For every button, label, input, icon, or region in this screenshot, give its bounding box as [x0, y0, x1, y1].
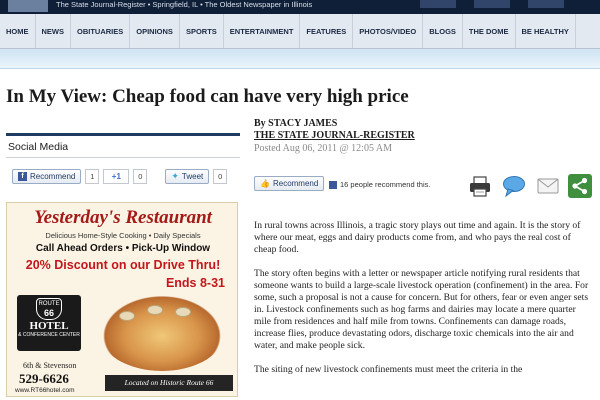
- article-paragraph: In rural towns across Illinois, a tragic…: [254, 220, 581, 255]
- tweet-count: 0: [213, 169, 228, 184]
- header-band: [0, 49, 600, 69]
- top-bar: The State Journal-Register • Springfield…: [0, 0, 600, 14]
- nav-item-the-dome[interactable]: THE DOME: [463, 14, 516, 48]
- sidebar: Social Media f Recommend 1 +1 0 ✦ Tweet …: [6, 133, 240, 186]
- masthead-logo[interactable]: [8, 0, 48, 12]
- social-media-title: Social Media: [6, 136, 240, 158]
- hotel-name: HOTEL: [29, 320, 69, 332]
- food-plate-image: [99, 293, 225, 371]
- article-tools: 👍 Recommend 16 people recommend this.: [254, 174, 594, 204]
- sauce-cup: [175, 307, 191, 317]
- recommend-count-label: 16 people recommend this.: [340, 180, 431, 189]
- nav-item-photos-video[interactable]: PHOTOS/VIDEO: [353, 14, 424, 48]
- utility-link[interactable]: [528, 0, 564, 8]
- article-paragraph: The story often begins with a letter or …: [254, 268, 589, 351]
- masthead-tagline: The State Journal-Register • Springfield…: [56, 0, 313, 9]
- nav-item-home[interactable]: HOME: [0, 14, 36, 48]
- sauce-cup: [119, 311, 135, 321]
- facebook-recommend-label: Recommend: [30, 172, 76, 181]
- utility-link[interactable]: [474, 0, 510, 8]
- article-body: In rural towns across Illinois, a tragic…: [254, 220, 594, 388]
- nav-item-blogs[interactable]: BLOGS: [423, 14, 463, 48]
- facebook-icon: f: [18, 172, 27, 181]
- article-byline: By STACY JAMES: [254, 118, 338, 129]
- article-recommend-label: Recommend: [272, 179, 319, 188]
- article-column: By STACY JAMES THE STATE JOURNAL-REGISTE…: [254, 118, 594, 375]
- article-publication-link[interactable]: THE STATE JOURNAL-REGISTER: [254, 130, 594, 142]
- ad-discount: 20% Discount on our Drive Thru!: [25, 258, 221, 272]
- nav-item-entertainment[interactable]: ENTERTAINMENT: [224, 14, 301, 48]
- ad-call-ahead: Call Ahead Orders • Pick-Up Window: [35, 243, 211, 254]
- ad-title: Yesterday's Restaurant: [34, 207, 212, 228]
- restaurant-ad[interactable]: Yesterday's Restaurant Delicious Home-St…: [6, 202, 238, 397]
- ad-location-banner: Located on Historic Route 66: [105, 375, 233, 391]
- twitter-bird-icon: ✦: [171, 171, 179, 181]
- tweet-label: Tweet: [181, 172, 204, 181]
- gplus-count: 0: [133, 169, 148, 184]
- thumbs-up-icon: 👍: [260, 179, 270, 188]
- ad-address: 6th & Stevenson: [23, 361, 77, 370]
- route-66-shield-icon: ROUTE 66: [36, 298, 62, 320]
- sauce-cup: [147, 305, 163, 315]
- article-paragraph: The siting of new livestock confinements…: [254, 364, 523, 375]
- nav-item-obituaries[interactable]: OBITUARIES: [71, 14, 131, 48]
- ad-website: www.RT66hotel.com: [15, 387, 75, 394]
- ad-phone: 529-6626: [19, 371, 69, 386]
- route-number: 66: [43, 308, 54, 318]
- share-row: f Recommend 1 +1 0 ✦ Tweet 0: [6, 158, 240, 186]
- nav-item-opinions[interactable]: OPINIONS: [130, 14, 180, 48]
- nav-item-sports[interactable]: SPORTS: [180, 14, 224, 48]
- facebook-square-icon: [329, 180, 337, 189]
- recommend-count-text: 16 people recommend this.: [329, 180, 430, 189]
- gplus-button[interactable]: +1: [103, 169, 130, 184]
- print-icon[interactable]: [468, 174, 492, 198]
- facebook-recommend-button[interactable]: f Recommend: [12, 169, 82, 184]
- route-label: ROUTE: [38, 301, 60, 307]
- share-icon[interactable]: [568, 174, 592, 198]
- ad-subtitle: Delicious Home-Style Cooking • Daily Spe…: [45, 231, 201, 240]
- hotel-subtitle: & CONFERENCE CENTER: [18, 332, 80, 338]
- hotel-logo: ROUTE 66 HOTEL & CONFERENCE CENTER: [17, 295, 81, 351]
- comment-icon[interactable]: [502, 174, 526, 198]
- nav-item-be-healthy[interactable]: BE HEALTHY: [516, 14, 576, 48]
- nav-item-features[interactable]: FEATURES: [300, 14, 354, 48]
- email-icon[interactable]: [536, 174, 560, 198]
- utility-link[interactable]: [420, 0, 456, 8]
- facebook-count: 1: [85, 169, 100, 184]
- article-headline: In My View: Cheap food can have very hig…: [6, 86, 409, 107]
- main-nav: HOME NEWS OBITUARIES OPINIONS SPORTS ENTERTAI…: [0, 14, 600, 49]
- tweet-button[interactable]: ✦ Tweet: [165, 169, 210, 184]
- article-recommend-button[interactable]: 👍 Recommend: [254, 176, 325, 191]
- article-posted-date: Posted Aug 06, 2011 @ 12:05 AM: [254, 143, 393, 154]
- nav-item-news[interactable]: NEWS: [36, 14, 71, 48]
- ad-ends: Ends 8-31: [165, 276, 225, 290]
